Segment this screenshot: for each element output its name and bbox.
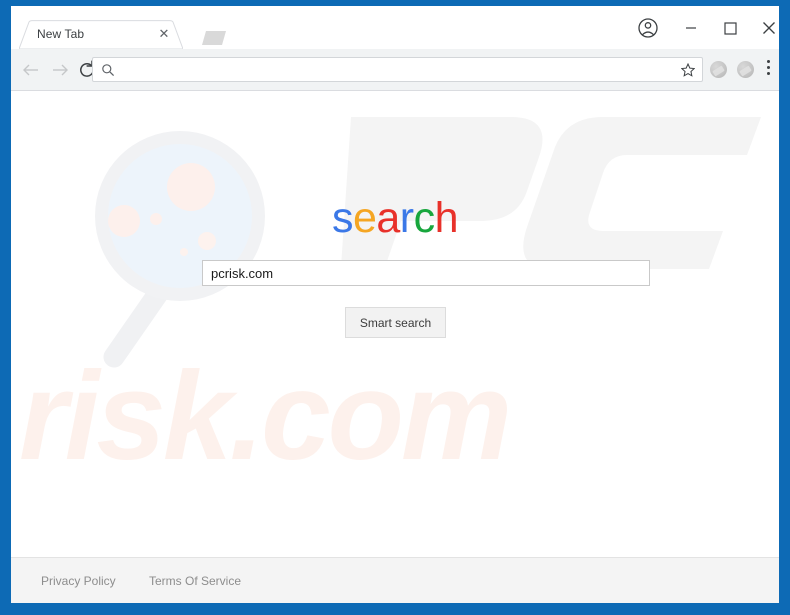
tab-new-tab[interactable]: New Tab ✕ xyxy=(19,20,183,49)
logo-letter-h: h xyxy=(434,194,459,242)
close-icon[interactable]: ✕ xyxy=(157,27,171,41)
forward-button[interactable] xyxy=(47,57,73,83)
page-footer: Privacy Policy Terms Of Service xyxy=(11,557,779,603)
browser-window: New Tab ✕ risk.com search pcrisk.com Sma… xyxy=(11,6,779,603)
extension-icon-2[interactable] xyxy=(737,61,754,78)
back-button[interactable] xyxy=(18,57,44,83)
maximize-icon xyxy=(724,22,737,35)
page-content: risk.com search Smart search Privacy Pol… xyxy=(11,91,779,603)
address-bar-input[interactable] xyxy=(123,58,667,83)
search-logo: search xyxy=(11,194,779,243)
browser-toolbar xyxy=(11,49,779,91)
search-input[interactable] xyxy=(202,260,650,286)
close-icon xyxy=(763,22,775,34)
address-bar[interactable] xyxy=(92,57,703,83)
logo-letter-a: a xyxy=(376,194,400,242)
maximize-button[interactable] xyxy=(716,16,744,40)
privacy-policy-link[interactable]: Privacy Policy xyxy=(41,574,116,588)
tab-title: New Tab xyxy=(37,27,85,41)
logo-letter-r: r xyxy=(399,194,414,242)
smart-search-button[interactable]: Smart search xyxy=(345,307,446,338)
svg-text:risk.com: risk.com xyxy=(19,359,509,486)
minimize-button[interactable] xyxy=(677,16,705,40)
kebab-menu-icon[interactable] xyxy=(765,60,771,79)
search-icon xyxy=(102,64,115,77)
logo-letter-c: c xyxy=(413,194,436,242)
profile-icon[interactable] xyxy=(637,17,659,39)
tab-strip: New Tab ✕ xyxy=(11,6,779,49)
logo-letter-e: e xyxy=(352,194,377,242)
window-frame: New Tab ✕ risk.com search pcrisk.com Sma… xyxy=(0,0,790,615)
logo-letter-s: s xyxy=(331,194,354,242)
new-tab-button[interactable] xyxy=(197,30,227,46)
risk-com-watermark: risk.com xyxy=(19,359,512,486)
terms-of-service-link[interactable]: Terms Of Service xyxy=(149,574,241,588)
close-window-button[interactable] xyxy=(755,16,779,40)
extension-icon-1[interactable] xyxy=(710,61,727,78)
star-icon[interactable] xyxy=(681,63,695,77)
minimize-icon xyxy=(686,27,696,29)
magnifying-glass-watermark xyxy=(95,131,265,368)
